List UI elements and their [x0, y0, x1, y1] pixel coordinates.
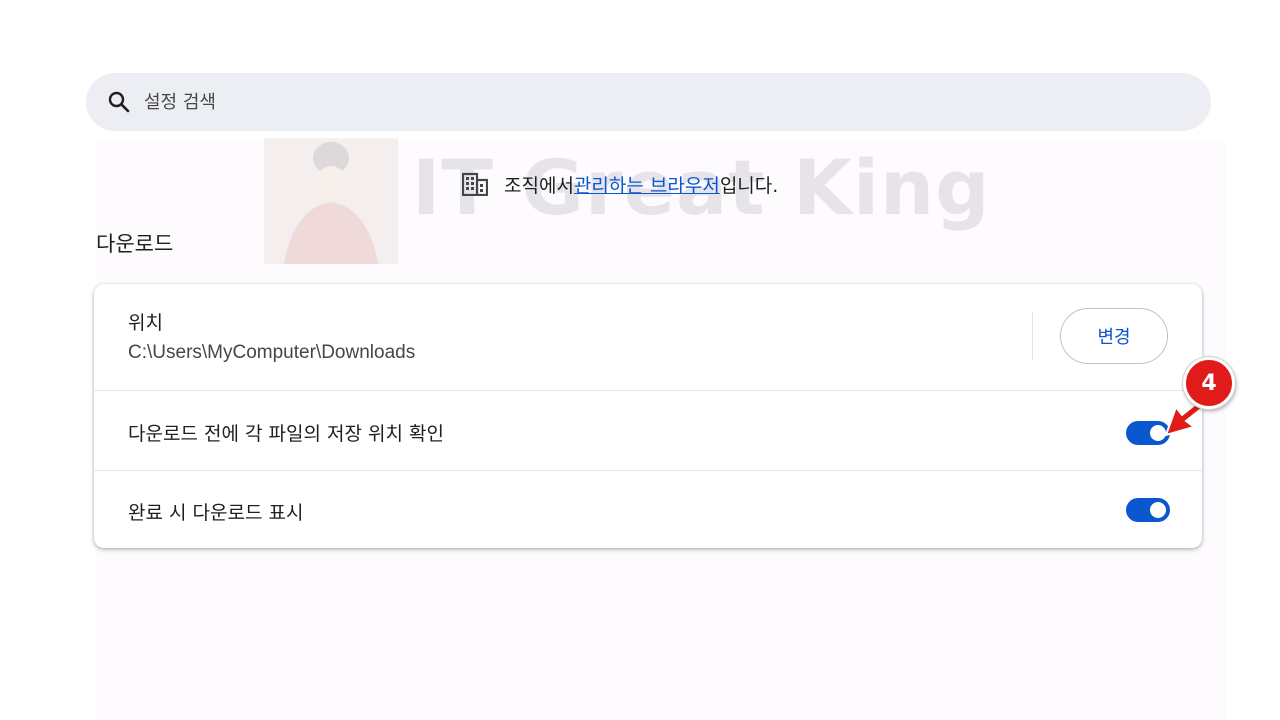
managed-notice: 조직에서 관리하는 브라우저 입니다. — [462, 170, 778, 198]
managed-notice-suffix: 입니다. — [719, 174, 779, 197]
settings-page: IT Great King 조직에서 관리하는 브라우저 입니다. 다운로드 — [0, 0, 1280, 720]
change-location-button[interactable]: 변경 — [1060, 308, 1168, 364]
managed-browser-link[interactable]: 관리하는 브라우저 — [574, 171, 720, 198]
show-downloads-toggle[interactable] — [1126, 498, 1170, 522]
search-bar[interactable] — [86, 73, 1211, 131]
location-label: 위치 — [128, 312, 163, 334]
search-icon — [106, 89, 132, 115]
toggle-knob — [1150, 502, 1166, 518]
location-row: 위치 C:\Users\MyComputer\Downloads 변경 — [94, 284, 1202, 390]
search-input[interactable] — [142, 81, 1046, 123]
building-icon — [462, 170, 490, 198]
downloads-card: 위치 C:\Users\MyComputer\Downloads 변경 다운로드… — [94, 284, 1202, 548]
watermark-portrait-image — [264, 138, 398, 264]
section-title-downloads: 다운로드 — [96, 232, 174, 256]
managed-notice-prefix: 조직에서 — [504, 174, 574, 197]
location-path: C:\Users\MyComputer\Downloads — [128, 342, 416, 363]
show-downloads-row[interactable]: 완료 시 다운로드 표시 — [94, 470, 1202, 548]
annotation-badge: 4 — [1183, 357, 1235, 409]
ask-save-location-label: 다운로드 전에 각 파일의 저장 위치 확인 — [128, 423, 444, 445]
ask-save-location-row[interactable]: 다운로드 전에 각 파일의 저장 위치 확인 — [94, 390, 1202, 470]
vertical-divider — [1032, 312, 1033, 360]
show-downloads-label: 완료 시 다운로드 표시 — [128, 502, 304, 524]
